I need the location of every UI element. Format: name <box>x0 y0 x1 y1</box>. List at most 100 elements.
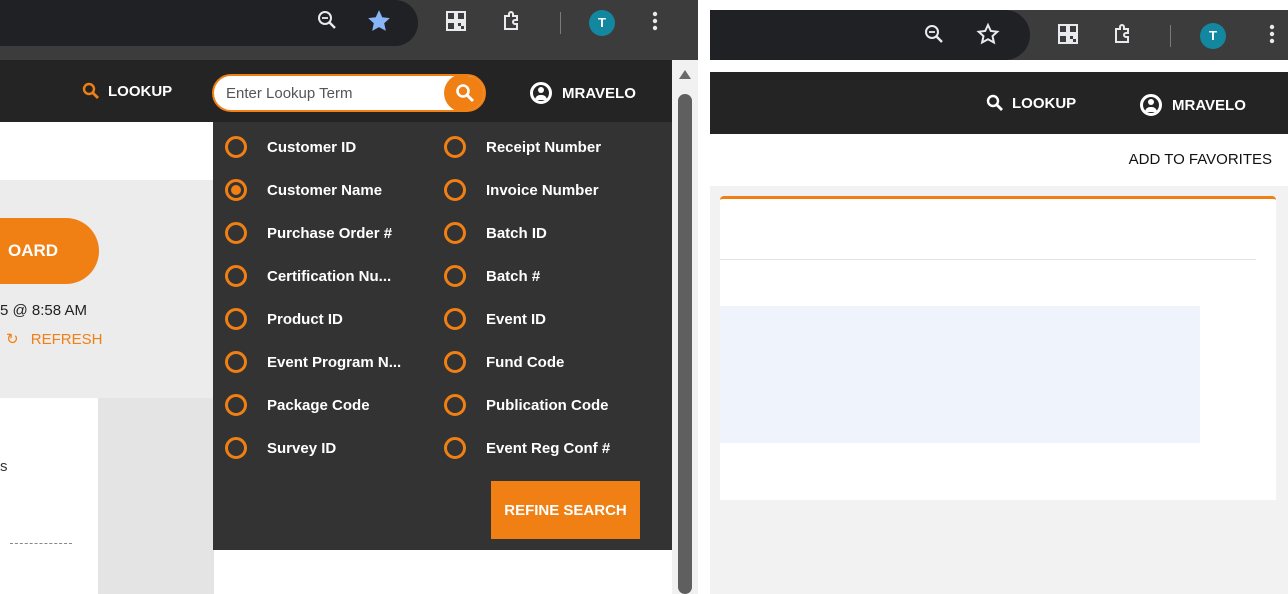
scrollbar-thumb[interactable] <box>678 94 692 594</box>
lookup-option-label: Invoice Number <box>486 181 599 199</box>
lookup-option[interactable]: Customer Name <box>225 177 382 203</box>
search-icon <box>82 82 99 99</box>
radio-unchecked-icon[interactable] <box>225 351 247 373</box>
lookup-option[interactable]: Product ID <box>225 306 343 332</box>
refresh-link[interactable]: ↻ REFRESH <box>6 330 102 348</box>
radio-unchecked-icon[interactable] <box>444 222 466 244</box>
lookup-option[interactable]: Customer ID <box>225 134 356 160</box>
radio-unchecked-icon[interactable] <box>444 179 466 201</box>
lookup-option-label: Batch ID <box>486 224 547 242</box>
lookup-option[interactable]: Event Program N... <box>225 349 401 375</box>
refresh-icon: ↻ <box>6 331 19 348</box>
lookup-option[interactable]: Batch # <box>444 263 540 289</box>
app-header: LOOKUP MRAVELO <box>710 72 1288 134</box>
lookup-option-label: Event ID <box>486 310 547 328</box>
lookup-search-input[interactable] <box>226 76 446 110</box>
radio-unchecked-icon[interactable] <box>444 308 466 330</box>
browser-toolbar: T <box>0 0 698 60</box>
lookup-option[interactable]: Purchase Order # <box>225 220 392 246</box>
profile-avatar[interactable]: T <box>1200 23 1226 49</box>
zoom-icon[interactable] <box>923 23 945 50</box>
add-to-favorites-link[interactable]: ADD TO FAVORITES <box>1129 151 1272 168</box>
user-name: MRAVELO <box>1172 96 1246 114</box>
lookup-option-label: Publication Code <box>486 396 609 414</box>
bookmark-star-outline-icon[interactable] <box>976 22 1000 51</box>
zoom-icon[interactable] <box>316 9 338 36</box>
qr-code-icon[interactable] <box>445 10 467 37</box>
lookup-option-label: Package Code <box>267 396 370 414</box>
right-screenshot: T LOOKUP MRAVELO ADD TO FAVORITES <box>710 0 1288 594</box>
widget-card <box>0 398 98 594</box>
lookup-option-label: Product ID <box>267 310 343 328</box>
lookup-option-label: Customer ID <box>267 138 357 156</box>
lookup-option[interactable]: Certification Nu... <box>225 263 391 289</box>
bookmark-star-icon[interactable] <box>366 8 392 39</box>
lookup-option-label: Certification Nu... <box>267 267 392 285</box>
page-background-side <box>98 398 214 594</box>
lookup-option[interactable]: Event ID <box>444 306 546 332</box>
lookup-link[interactable]: LOOKUP <box>82 82 172 100</box>
radio-unchecked-icon[interactable] <box>225 394 247 416</box>
scroll-up-arrow-icon[interactable] <box>679 70 691 79</box>
user-account-icon <box>1140 94 1162 116</box>
radio-unchecked-icon[interactable] <box>225 222 247 244</box>
lookup-option-label: Survey ID <box>267 439 337 457</box>
lookup-option-label: Batch # <box>486 267 541 285</box>
content-card <box>720 196 1276 500</box>
card-divider <box>720 259 1256 260</box>
radio-unchecked-icon[interactable] <box>444 265 466 287</box>
lookup-option[interactable]: Survey ID <box>225 435 336 461</box>
radio-checked-icon[interactable] <box>225 179 247 201</box>
extensions-puzzle-icon[interactable] <box>501 10 523 37</box>
radio-unchecked-icon[interactable] <box>225 265 247 287</box>
browser-menu-icon[interactable] <box>650 9 660 38</box>
dashboard-button-label: OARD <box>8 241 59 260</box>
radio-unchecked-icon[interactable] <box>444 394 466 416</box>
lookup-option-label: Receipt Number <box>486 138 602 156</box>
lookup-option[interactable]: Package Code <box>225 392 370 418</box>
lookup-option-label: Customer Name <box>267 181 383 199</box>
radio-unchecked-icon[interactable] <box>225 437 247 459</box>
user-name: MRAVELO <box>562 84 636 102</box>
refresh-label: REFRESH <box>30 331 103 348</box>
lookup-label: LOOKUP <box>1012 94 1077 112</box>
radio-unchecked-icon[interactable] <box>444 351 466 373</box>
widget-card-text: s <box>0 458 8 475</box>
radio-unchecked-icon[interactable] <box>225 136 247 158</box>
radio-unchecked-icon[interactable] <box>444 136 466 158</box>
lookup-label: LOOKUP <box>108 82 173 100</box>
dotted-divider <box>10 543 72 544</box>
extensions-puzzle-icon[interactable] <box>1112 23 1134 50</box>
lookup-option[interactable]: Batch ID <box>444 220 547 246</box>
lookup-link[interactable]: LOOKUP <box>986 94 1076 112</box>
lookup-search-button[interactable] <box>444 76 484 110</box>
search-icon <box>986 94 1003 111</box>
radio-unchecked-icon[interactable] <box>225 308 247 330</box>
lookup-option-label: Event Reg Conf # <box>486 439 611 457</box>
browser-menu-icon[interactable] <box>1267 22 1277 51</box>
page-scrollbar[interactable] <box>672 60 698 594</box>
lookup-option[interactable]: Fund Code <box>444 349 564 375</box>
lookup-option[interactable]: Publication Code <box>444 392 609 418</box>
lookup-search-field[interactable] <box>212 74 486 112</box>
lookup-option[interactable]: Event Reg Conf # <box>444 435 610 461</box>
profile-avatar[interactable]: T <box>589 10 615 36</box>
lookup-type-dropdown: Customer ID Customer Name Purchase Order #… <box>213 122 672 550</box>
lookup-option-label: Event Program N... <box>267 353 402 371</box>
address-bar[interactable] <box>0 0 418 46</box>
last-updated-timestamp: 5 @ 8:58 AM <box>0 302 87 319</box>
user-menu[interactable]: MRAVELO <box>1140 94 1246 116</box>
lookup-option[interactable]: Invoice Number <box>444 177 599 203</box>
browser-toolbar: T <box>710 10 1288 60</box>
left-screenshot: T OARD 5 @ 8:58 AM ↻ REFRESH s LOOKUP MR… <box>0 0 698 594</box>
refine-search-button[interactable]: REFINE SEARCH <box>491 481 640 539</box>
user-menu[interactable]: MRAVELO <box>530 82 636 104</box>
lookup-option[interactable]: Receipt Number <box>444 134 601 160</box>
dashboard-button[interactable]: OARD <box>0 218 99 284</box>
info-panel <box>720 306 1200 443</box>
lookup-option-label: Purchase Order # <box>267 224 393 242</box>
radio-unchecked-icon[interactable] <box>444 437 466 459</box>
qr-code-icon[interactable] <box>1057 23 1079 50</box>
lookup-option-label: Fund Code <box>486 353 565 371</box>
toolbar-divider <box>1170 25 1171 47</box>
